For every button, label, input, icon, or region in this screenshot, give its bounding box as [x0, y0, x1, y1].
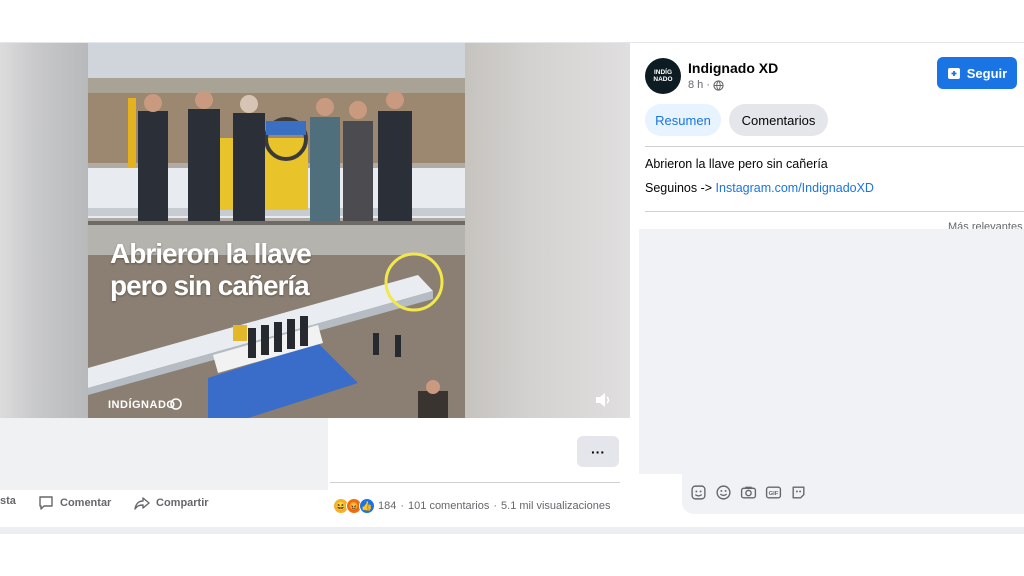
post-stats: 😆 😡 👍 184 · 101 comentarios · 5.1 mil vi…: [333, 496, 610, 516]
sticker-icon[interactable]: [690, 484, 707, 501]
more-options-button[interactable]: ···: [577, 436, 619, 467]
media-viewer[interactable]: Abrieron la llave pero sin cañería INDÍG…: [0, 43, 630, 418]
avatar-sticker-icon[interactable]: [790, 484, 807, 501]
share-icon: [134, 497, 150, 510]
volume-icon[interactable]: [594, 391, 614, 409]
divider: [645, 211, 1024, 212]
comment-button[interactable]: Comentar: [38, 495, 111, 511]
comment-sort-dropdown[interactable]: Más relevantes: [948, 221, 1023, 229]
share-button[interactable]: Compartir: [134, 495, 209, 511]
camera-icon[interactable]: [740, 484, 757, 501]
post-text: Abrieron la llave pero sin cañería: [645, 157, 828, 171]
bottom-strip: [0, 527, 1024, 534]
comment-count[interactable]: 101 comentarios: [408, 500, 489, 512]
gif-icon[interactable]: GIF: [765, 484, 782, 501]
blurred-backdrop-right: [465, 43, 630, 418]
follow-label: Seguir: [966, 65, 1008, 81]
follow-icon: [947, 68, 960, 79]
comment-list-area: [639, 229, 1024, 474]
video-player[interactable]: Abrieron la llave pero sin cañería INDÍG…: [88, 43, 465, 418]
tab-comments[interactable]: Comentarios: [729, 104, 828, 136]
view-count: 5.1 mil visualizaciones: [501, 500, 611, 512]
link-prefix: Seguinos ->: [645, 181, 713, 195]
stats-separator: ·: [400, 500, 405, 512]
like-reaction-icon: 👍: [359, 498, 375, 514]
react-label: sta: [0, 495, 16, 507]
globe-icon: [713, 79, 724, 91]
comment-label: Comentar: [60, 497, 112, 509]
video-watermark: INDÍGNADO: [108, 399, 176, 411]
page-avatar[interactable]: INDÍG NADO: [645, 58, 681, 94]
comment-icon: [39, 496, 53, 510]
top-bar: [0, 0, 1024, 43]
left-panel-placeholder: [0, 418, 328, 490]
instagram-link[interactable]: Instagram.com/IndignadoXD: [716, 181, 874, 195]
composer-icons: GIF: [690, 484, 807, 501]
page-name[interactable]: Indignado XD: [688, 60, 778, 76]
emoji-icon[interactable]: [715, 484, 732, 501]
tab-summary[interactable]: Resumen: [645, 104, 721, 136]
divider: [330, 482, 620, 483]
headline-line-1: Abrieron la llave: [110, 238, 312, 269]
post-sidebar: INDÍG NADO Indignado XD 8 h · Seguir Res…: [630, 43, 1024, 527]
stats-separator: ·: [493, 500, 498, 512]
post-meta: 8 h ·: [688, 79, 724, 91]
avatar-text-2: NADO: [653, 76, 673, 83]
reaction-count[interactable]: 184: [378, 500, 396, 512]
post-link-line: Seguinos -> Instagram.com/IndignadoXD: [645, 181, 874, 195]
video-headline: Abrieron la llave pero sin cañería: [110, 238, 350, 302]
svg-text:GIF: GIF: [769, 491, 779, 497]
headline-line-2: pero sin cañería: [110, 270, 310, 301]
share-label: Compartir: [156, 497, 209, 509]
video-frame: [88, 43, 465, 418]
react-button[interactable]: sta: [0, 495, 16, 507]
comment-composer[interactable]: GIF: [682, 474, 1024, 514]
follow-button[interactable]: Seguir: [937, 57, 1017, 89]
post-time[interactable]: 8 h ·: [688, 79, 710, 91]
divider: [645, 146, 1024, 147]
blurred-backdrop-left: [0, 43, 88, 418]
avatar-text-1: INDÍG: [653, 69, 673, 76]
reaction-icons[interactable]: 😆 😡 👍: [333, 498, 375, 514]
